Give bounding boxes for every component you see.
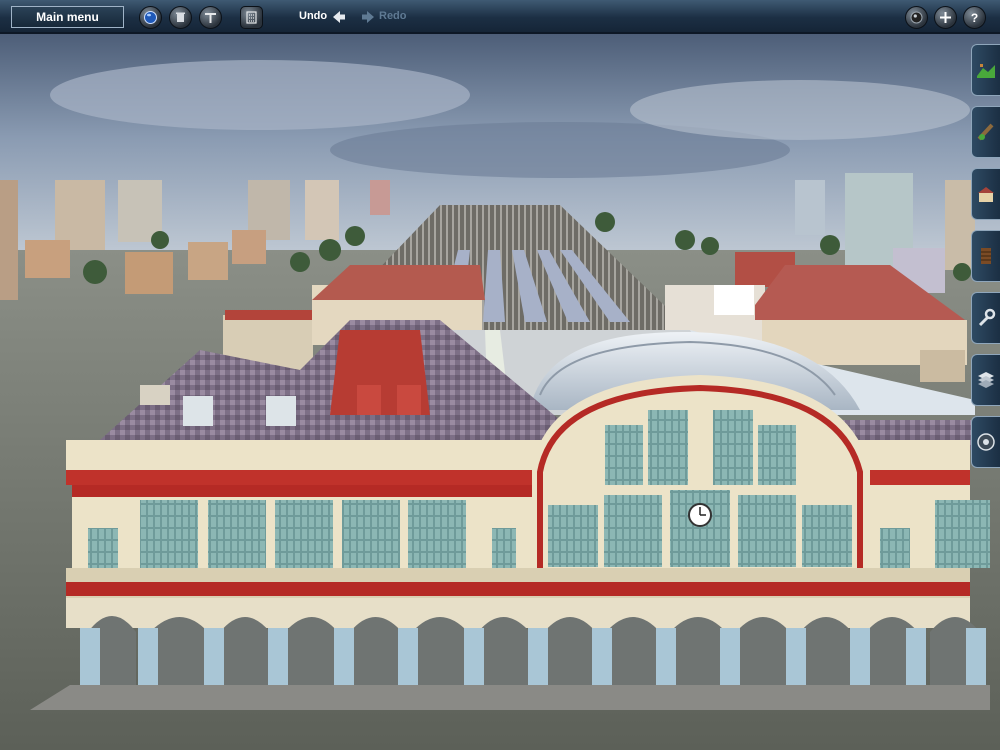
redo-arrow-icon[interactable] [361,10,375,24]
calculator-icon[interactable] [240,6,263,29]
rolling-stock-tab[interactable] [971,230,1000,282]
track-icon [977,123,994,141]
globe-icon[interactable] [139,6,162,29]
view-dial-icon [977,433,995,451]
terrain-icon [977,64,995,78]
undo-arrow-icon[interactable] [332,10,346,24]
add-icon[interactable] [934,6,957,29]
scene-viewport[interactable] [0,0,1000,750]
settings-tab[interactable] [971,292,1000,344]
layers-icon [978,372,994,388]
view-tab[interactable] [971,416,1000,468]
trash-icon[interactable] [169,6,192,29]
tools-icon[interactable] [199,6,222,29]
layers-tab[interactable] [971,354,1000,406]
rolling-stock-icon [981,248,991,264]
building-tab[interactable] [971,168,1000,220]
camera-icon[interactable] [905,6,928,29]
track-tab[interactable] [971,106,1000,158]
settings-wrench-icon [978,308,996,327]
undo-button[interactable]: Undo [299,10,327,22]
redo-button[interactable]: Redo [379,10,407,22]
svg-text:?: ? [971,11,978,25]
terrain-tab[interactable] [971,44,1000,96]
building-icon [978,187,994,202]
help-icon[interactable]: ? [963,6,986,29]
top-toolbar: Main menu Undo Redo ? [0,0,1000,34]
main-menu-button[interactable]: Main menu [11,6,124,28]
